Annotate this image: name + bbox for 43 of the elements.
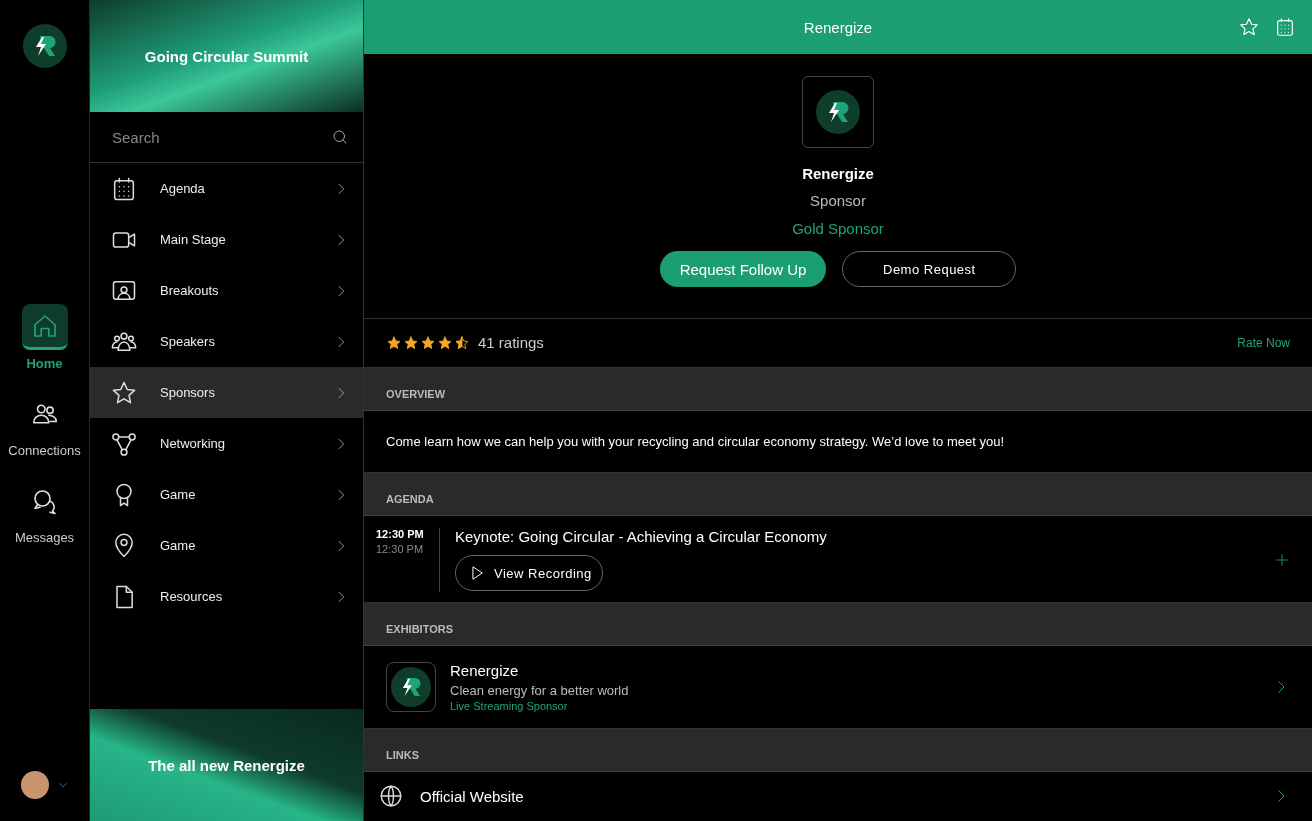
sponsor-name: Renergize: [802, 165, 874, 182]
section-header: LINKS: [364, 728, 1312, 772]
exhibitor-tagline: Clean energy for a better world: [450, 683, 630, 698]
menu-item[interactable]: Sponsors: [90, 367, 363, 418]
logo-icon: [22, 24, 67, 68]
search-icon: [331, 128, 349, 146]
star-icon: [437, 334, 453, 351]
section-header: EXHIBITORS: [364, 603, 1312, 647]
menu-item[interactable]: Breakouts: [90, 265, 363, 316]
nav-tab[interactable]: Messages: [14, 478, 75, 545]
logo-icon: [816, 90, 860, 134]
star-icon: [1238, 16, 1260, 38]
section-header: OVERVIEW: [364, 367, 1312, 412]
star-icon: [403, 334, 419, 351]
half-star-icon: [454, 334, 470, 351]
menu-item[interactable]: Speakers: [90, 316, 363, 367]
nav-tab[interactable]: Connections: [8, 391, 81, 458]
section-header: AGENDA: [364, 473, 1312, 517]
calendar-icon: [1274, 16, 1296, 38]
session-title: Keynote: Going Circular - Achieving a Circular Economy: [455, 528, 828, 546]
link-item[interactable]: Official Website: [364, 772, 1312, 821]
menu-item[interactable]: Game: [90, 520, 363, 571]
search-field[interactable]: Search: [110, 127, 331, 147]
menu-item[interactable]: Agenda: [90, 163, 363, 214]
exhibitor-item[interactable]: Renergize Clean energy for a better world Live Streaming Sponsor: [364, 646, 1312, 729]
menu-item[interactable]: Resources: [90, 571, 363, 622]
sponsor-level-label: Gold Sponsor: [792, 220, 884, 237]
sponsor-role: Sponsor: [810, 192, 866, 209]
star-icon: [420, 334, 436, 351]
page-title: Renergize: [803, 18, 873, 36]
menu-item[interactable]: Game: [90, 469, 363, 520]
banner: The all new Renergize: [90, 709, 363, 821]
banner: Going Circular Summit: [90, 0, 363, 112]
rating-count: 41 ratings: [478, 334, 544, 352]
star-icon: [386, 334, 402, 351]
menu-item[interactable]: Main Stage: [90, 214, 363, 265]
end-time: 12:30 PM: [376, 543, 425, 556]
start-time: 12:30 PM: [376, 528, 425, 541]
exhibitor-name: Renergize: [450, 662, 520, 679]
exhibitor-level-label: Live Streaming Sponsor: [450, 700, 569, 712]
avatar[interactable]: [20, 771, 49, 799]
menu-item[interactable]: Networking: [90, 418, 363, 469]
rate-now-link[interactable]: Rate Now: [1237, 335, 1290, 350]
